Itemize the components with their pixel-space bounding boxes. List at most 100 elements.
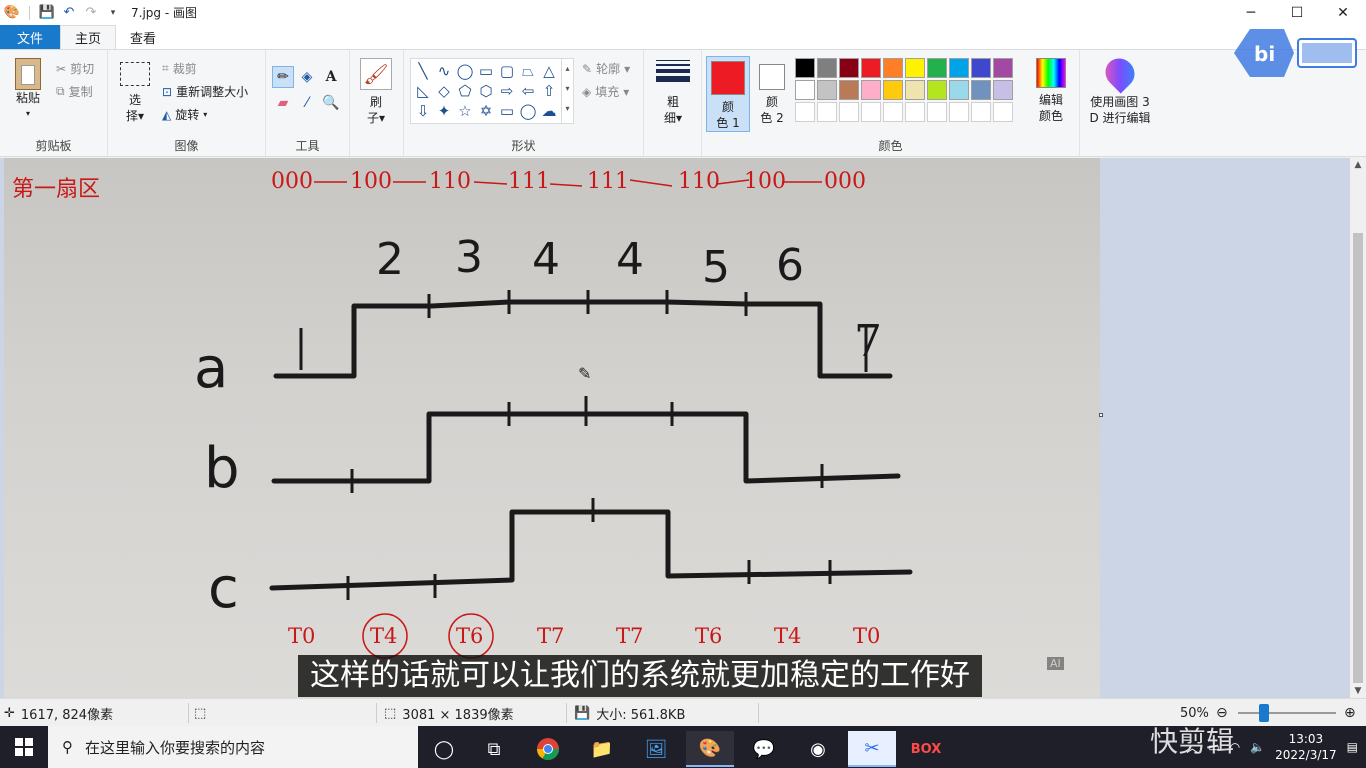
scroll-up-icon[interactable]: ▲	[1350, 160, 1366, 170]
divider	[29, 5, 30, 20]
polygon-shape-icon[interactable]: ⏢	[518, 61, 538, 81]
diamond-shape-icon[interactable]: ◇	[434, 81, 454, 101]
size-label-2: 细▾	[663, 111, 683, 125]
hexagon-shape-icon[interactable]: ⬡	[476, 81, 496, 101]
brush-button[interactable]: 🖌 刷 子▾	[358, 58, 394, 126]
text-tool-icon[interactable]: A	[320, 66, 342, 88]
group-label: 形状	[511, 139, 536, 153]
eraser-icon[interactable]: ▰	[272, 92, 294, 114]
paint-taskbar-icon[interactable]: 🎨	[686, 731, 734, 767]
save-icon[interactable]: 💾	[39, 5, 55, 21]
rectangle-shape-icon[interactable]: ▭	[476, 61, 496, 81]
rounded-rect-shape-icon[interactable]: ▢	[497, 61, 517, 81]
left-arrow-shape-icon[interactable]: ⇦	[518, 81, 538, 101]
magnifier-icon[interactable]: 🔍	[320, 92, 342, 114]
paste-icon	[15, 58, 41, 90]
oval-callout-icon[interactable]: ◯	[518, 101, 538, 121]
cloud-callout-icon[interactable]: ☁	[539, 101, 559, 121]
paint3d-icon	[1099, 52, 1141, 94]
rotate-icon: ◭	[162, 107, 172, 122]
obs-icon[interactable]: ◉	[794, 731, 842, 767]
paint3d-button[interactable]: 使用画图 3 D 进行编辑	[1082, 52, 1158, 126]
tab-file[interactable]: 文件	[0, 25, 60, 49]
pencil-icon[interactable]: ✏	[272, 66, 294, 88]
selection-icon: ⬚	[194, 705, 207, 721]
six-point-star-icon[interactable]: ✡	[476, 101, 496, 121]
segment-number: 4	[532, 234, 560, 285]
minimize-icon[interactable]: ─	[1228, 0, 1274, 25]
state-label: 110	[429, 169, 471, 194]
box-app-icon[interactable]: BOX	[902, 731, 950, 767]
select-label: 选	[128, 93, 141, 107]
rect-callout-icon[interactable]: ▭	[497, 101, 517, 121]
up-arrow-shape-icon[interactable]: ⇧	[539, 81, 559, 101]
customize-qa-chevron-icon[interactable]: ▾	[105, 5, 121, 21]
zoom-slider-thumb[interactable]	[1259, 704, 1269, 722]
scroll-down-icon[interactable]: ▼	[1350, 686, 1366, 696]
search-placeholder: 在这里输入你要搜索的内容	[85, 738, 266, 757]
taskbar-search-box[interactable]: ⚲ 在这里输入你要搜索的内容	[48, 726, 418, 768]
clock[interactable]: 13:03 2022/3/17	[1275, 731, 1337, 763]
curve-shape-icon[interactable]: ∿	[434, 61, 454, 81]
triangle-shape-icon[interactable]: △	[539, 61, 559, 81]
paste-label: 粘贴	[15, 91, 40, 105]
pentagon-shape-icon[interactable]: ⬠	[455, 81, 475, 101]
rotate-button[interactable]: ◭ 旋转 ▾	[162, 106, 207, 123]
paste-button[interactable]: 粘贴 ▾	[8, 58, 48, 122]
wechat-icon[interactable]: 💬	[740, 731, 788, 767]
ribbon: 粘贴 ▾ ✂ 剪切 ⧉ 复制 剪贴板 选 择▾ ⌗ 裁剪 ⊡ 重新调整大小 ◭ 旋转 ▾ 图…	[0, 49, 1366, 157]
colors-group: 颜色	[702, 50, 1080, 156]
image-canvas[interactable]: 第一扇区 000 100 110 111 111 110 100 000 2 3…	[4, 158, 1100, 698]
five-point-star-icon[interactable]: ☆	[455, 101, 475, 121]
resize-button[interactable]: ⊡ 重新调整大小	[162, 83, 248, 100]
state-label: 000	[271, 169, 313, 194]
state-label: 100	[744, 169, 786, 194]
state-label: 110	[678, 169, 720, 194]
search-icon: ⚲	[62, 738, 73, 756]
shapes-scroll[interactable]: ▴ ▾ ▾	[561, 59, 573, 123]
crop-button[interactable]: ⌗ 裁剪	[162, 60, 197, 77]
down-arrow-shape-icon[interactable]: ⇩	[413, 101, 433, 121]
paint-app-icon[interactable]: 🎨	[4, 5, 20, 21]
fill-button[interactable]: ◈ 填充 ▾	[582, 83, 629, 100]
windows-start-icon[interactable]	[0, 726, 48, 768]
zoom-in-icon[interactable]: ⊕	[1344, 699, 1356, 727]
kuaijianji-icon[interactable]: ✂	[848, 731, 896, 767]
cortana-icon[interactable]: ◯	[420, 731, 468, 767]
cut-button[interactable]: ✂ 剪切	[56, 60, 94, 77]
right-triangle-shape-icon[interactable]: ◺	[413, 81, 433, 101]
tab-view[interactable]: 查看	[116, 25, 170, 49]
tab-home[interactable]: 主页	[60, 25, 117, 49]
fill-bucket-icon[interactable]: ◈	[296, 66, 318, 88]
color-picker-icon[interactable]: ⁄	[296, 92, 318, 114]
zoom-slider-track[interactable]	[1238, 712, 1336, 714]
line-shape-icon[interactable]: ╲	[413, 61, 433, 81]
four-point-star-icon[interactable]: ✦	[434, 101, 454, 121]
close-icon[interactable]: ✕	[1320, 0, 1366, 25]
redo-icon[interactable]: ↷	[83, 5, 99, 21]
maximize-icon[interactable]: ☐	[1274, 0, 1320, 25]
undo-icon[interactable]: ↶	[61, 5, 77, 21]
vertical-scrollbar[interactable]: ▲ ▼	[1350, 158, 1366, 698]
notification-icon[interactable]: ▤	[1347, 740, 1358, 754]
canvas-workspace[interactable]: 第一扇区 000 100 110 111 111 110 100 000 2 3…	[0, 158, 1350, 698]
group-label: 图像	[174, 139, 199, 153]
select-button[interactable]: 选 择▾	[118, 62, 152, 124]
scrollbar-thumb[interactable]	[1353, 233, 1363, 683]
right-arrow-shape-icon[interactable]: ⇨	[497, 81, 517, 101]
task-view-icon[interactable]: ⧉	[470, 731, 518, 767]
chrome-icon[interactable]	[524, 731, 572, 767]
oval-shape-icon[interactable]: ◯	[455, 61, 475, 81]
segment-number: 3	[455, 232, 483, 283]
outline-button[interactable]: ✎ 轮廓 ▾	[582, 60, 630, 77]
size-button[interactable]: 粗 细▾	[654, 60, 692, 126]
edge-label: 7	[854, 316, 882, 367]
canvas-resize-handle[interactable]	[1099, 413, 1103, 417]
file-explorer-icon[interactable]: 📁	[578, 731, 626, 767]
outline-icon: ✎	[582, 61, 593, 76]
crop-label: 裁剪	[172, 62, 197, 76]
photos-icon[interactable]: 🖼	[632, 731, 680, 767]
volume-icon[interactable]: 🔈	[1250, 740, 1265, 754]
paint3d-label-2: D 进行编辑	[1089, 111, 1151, 125]
copy-button[interactable]: ⧉ 复制	[56, 83, 93, 100]
